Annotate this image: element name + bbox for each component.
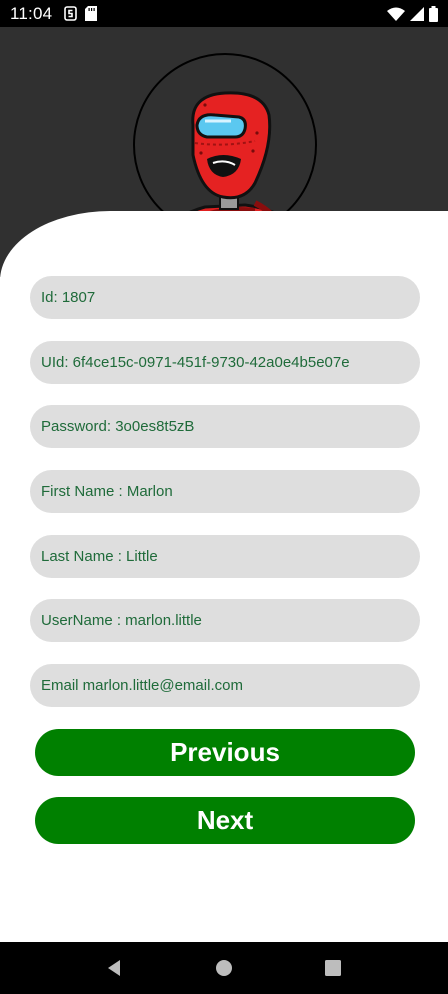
last-name-field[interactable]: Last Name : Little <box>30 535 420 578</box>
username-field[interactable]: UserName : marlon.little <box>30 599 420 642</box>
email-field[interactable]: Email marlon.little@email.com <box>30 664 420 707</box>
navigation-bar <box>0 942 448 994</box>
sim-card-s-icon <box>64 6 78 21</box>
back-icon[interactable] <box>95 948 135 988</box>
password-field[interactable]: Password: 3o0es8t5zB <box>30 405 420 448</box>
battery-icon <box>429 5 438 22</box>
robot-avatar-icon <box>133 53 317 237</box>
app-screen: 11:04 Id: 1807 UId: 6f4ce15c-0971-451f-9… <box>0 0 448 994</box>
sd-card-icon <box>85 6 98 21</box>
id-field[interactable]: Id: 1807 <box>30 276 420 319</box>
next-button[interactable]: Next <box>35 797 415 844</box>
status-bar: 11:04 <box>0 0 448 27</box>
wifi-icon <box>387 7 405 21</box>
recents-icon[interactable] <box>313 948 353 988</box>
first-name-field[interactable]: First Name : Marlon <box>30 470 420 513</box>
uid-field[interactable]: UId: 6f4ce15c-0971-451f-9730-42a0e4b5e07… <box>30 341 420 384</box>
status-time: 11:04 <box>10 3 53 23</box>
previous-button[interactable]: Previous <box>35 729 415 776</box>
signal-icon <box>410 6 424 21</box>
home-icon[interactable] <box>204 948 244 988</box>
